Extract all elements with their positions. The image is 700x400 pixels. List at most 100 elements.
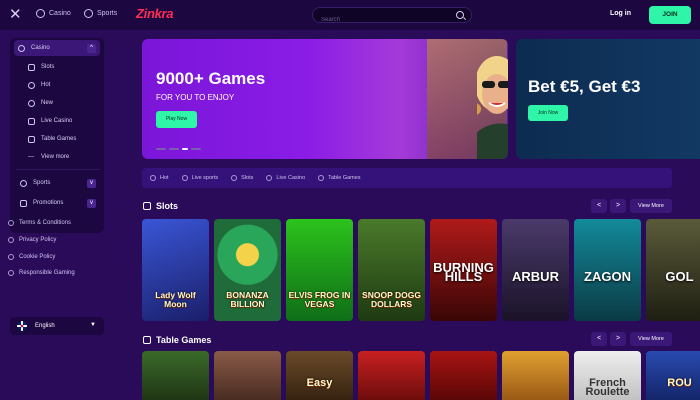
sidebar-item-new[interactable]: New bbox=[24, 95, 100, 111]
sidebar-item-slots[interactable]: Slots bbox=[24, 59, 100, 75]
nav-casino[interactable]: Casino bbox=[36, 9, 71, 18]
sidebar-item-label: Table Games bbox=[41, 136, 77, 142]
sidebar-divider bbox=[16, 169, 100, 170]
link-terms[interactable]: Terms & Conditions bbox=[8, 220, 71, 226]
document-icon bbox=[8, 220, 14, 226]
search-box[interactable] bbox=[312, 7, 472, 27]
link-cookie[interactable]: Cookie Policy bbox=[8, 254, 55, 260]
game-tile[interactable] bbox=[142, 351, 209, 400]
language-selector[interactable]: English ▼ bbox=[10, 317, 104, 335]
login-link[interactable]: Log in bbox=[610, 10, 631, 17]
play-now-button[interactable]: Play Now bbox=[156, 111, 197, 128]
game-tile[interactable] bbox=[214, 351, 281, 400]
game-title: GOL bbox=[665, 269, 694, 284]
link-privacy[interactable]: Privacy Policy bbox=[8, 237, 56, 243]
sidebar-item-live-casino[interactable]: Live Casino bbox=[24, 113, 100, 129]
category-live-sports[interactable]: Live sports bbox=[181, 175, 218, 181]
close-icon[interactable]: ✕ bbox=[9, 7, 23, 22]
sidebar-item-sports[interactable]: Sports v bbox=[16, 175, 100, 191]
category-hot[interactable]: Hot bbox=[150, 175, 169, 181]
brand-logo[interactable]: Zinkra bbox=[136, 6, 174, 21]
section-title-label: Table Games bbox=[156, 335, 212, 345]
sidebar-item-promotions[interactable]: Promotions v bbox=[16, 195, 100, 211]
sidebar-item-label: View more bbox=[41, 154, 70, 160]
carousel-dot[interactable] bbox=[191, 148, 201, 150]
link-label: Cookie Policy bbox=[19, 254, 56, 260]
category-table-games[interactable]: Table Games bbox=[318, 175, 361, 181]
table-games-row: Easy French Roulette ROU bbox=[142, 351, 700, 400]
banner-woman-illustration bbox=[477, 56, 508, 159]
table-view-more-button[interactable]: View More bbox=[630, 332, 672, 346]
promo-banner-games[interactable]: 9000+ Games FOR YOU TO ENJOY Play Now bbox=[142, 39, 508, 159]
game-tile[interactable]: Lady Wolf Moon bbox=[142, 219, 209, 321]
game-tile[interactable]: BURNING HILLS bbox=[430, 219, 497, 321]
carousel-dots[interactable] bbox=[156, 148, 201, 150]
link-label: Privacy Policy bbox=[19, 237, 57, 243]
game-tile[interactable] bbox=[430, 351, 497, 400]
category-label: Hot bbox=[160, 175, 169, 181]
sidebar-item-label: Promotions bbox=[33, 200, 64, 206]
sidebar-item-hot[interactable]: Hot bbox=[24, 77, 100, 93]
carousel-dot-active[interactable] bbox=[182, 148, 188, 150]
heart-icon bbox=[8, 270, 14, 276]
join-now-button[interactable]: Join Now bbox=[528, 105, 568, 121]
game-tile[interactable]: BONANZA BILLION bbox=[214, 219, 281, 321]
slots-next-button[interactable]: > bbox=[610, 199, 626, 213]
game-tile[interactable]: SNOOP DOGG DOLLARS bbox=[358, 219, 425, 321]
sidebar-item-casino[interactable]: Casino ^ bbox=[14, 40, 100, 56]
section-title-label: Slots bbox=[156, 201, 179, 211]
banner-subtitle: FOR YOU TO ENJOY bbox=[156, 93, 235, 102]
chevron-up-icon[interactable]: ^ bbox=[87, 44, 96, 53]
banner-title: Bet €5, Get €3 bbox=[528, 77, 641, 96]
slots-prev-button[interactable]: < bbox=[591, 199, 607, 213]
caret-down-icon: ▼ bbox=[90, 322, 96, 328]
link-responsible-gaming[interactable]: Responsible Gaming bbox=[8, 270, 75, 276]
game-title: Lady Wolf Moon bbox=[155, 290, 196, 309]
nav-sports-label: Sports bbox=[97, 10, 118, 17]
join-button[interactable]: JOIN bbox=[649, 6, 691, 24]
game-tile[interactable] bbox=[358, 351, 425, 400]
category-live-casino[interactable]: Live Casino bbox=[266, 175, 305, 181]
game-tile[interactable]: ELVIS FROG IN VEGAS bbox=[286, 219, 353, 321]
live-sports-icon bbox=[181, 175, 188, 181]
game-title: French Roulette bbox=[585, 377, 630, 398]
chevron-down-icon[interactable]: v bbox=[87, 199, 96, 208]
table-next-button[interactable]: > bbox=[610, 332, 626, 346]
game-tile[interactable]: Easy bbox=[286, 351, 353, 400]
carousel-dot[interactable] bbox=[156, 148, 166, 150]
sidebar-item-label: Slots bbox=[41, 64, 55, 70]
nav-sports[interactable]: Sports bbox=[84, 9, 117, 18]
promo-banner-bet[interactable]: Bet €5, Get €3 Join Now bbox=[516, 39, 700, 159]
table-prev-button[interactable]: < bbox=[591, 332, 607, 346]
game-title: Easy bbox=[306, 377, 333, 389]
game-tile[interactable]: ARBUR bbox=[502, 219, 569, 321]
shield-icon bbox=[8, 237, 14, 243]
sidebar-item-label: New bbox=[41, 100, 54, 106]
slots-icon bbox=[28, 63, 35, 71]
chevron-down-icon[interactable]: v bbox=[87, 179, 96, 188]
sidebar-item-label: Casino bbox=[31, 45, 50, 51]
game-tile[interactable]: French Roulette bbox=[574, 351, 641, 400]
game-tile[interactable]: GOL bbox=[646, 219, 700, 321]
gift-icon bbox=[20, 199, 27, 207]
search-input[interactable] bbox=[313, 13, 443, 27]
slots-view-more-button[interactable]: View More bbox=[630, 199, 672, 213]
flame-icon bbox=[150, 175, 156, 181]
sidebar-menu: Casino ^ Slots Hot New Live Casino Table… bbox=[10, 38, 104, 233]
table-icon bbox=[28, 135, 35, 143]
category-slots[interactable]: Slots bbox=[231, 175, 253, 181]
search-icon[interactable] bbox=[456, 11, 464, 19]
more-dots-icon: — bbox=[28, 154, 34, 160]
game-tile[interactable] bbox=[502, 351, 569, 400]
cookie-icon bbox=[8, 254, 14, 260]
game-title: ELVIS FROG IN VEGAS bbox=[288, 290, 351, 309]
sidebar-item-view-more[interactable]: — View more bbox=[24, 149, 100, 165]
game-tile[interactable]: ROU bbox=[646, 351, 700, 400]
game-tile[interactable]: ZAGON bbox=[574, 219, 641, 321]
flame-icon bbox=[28, 81, 35, 89]
carousel-dot[interactable] bbox=[169, 148, 179, 150]
section-title-table-games: Table Games bbox=[143, 335, 211, 345]
sidebar-item-table-games[interactable]: Table Games bbox=[24, 131, 100, 147]
link-label: Terms & Conditions bbox=[19, 220, 72, 226]
slots-icon bbox=[231, 175, 238, 181]
